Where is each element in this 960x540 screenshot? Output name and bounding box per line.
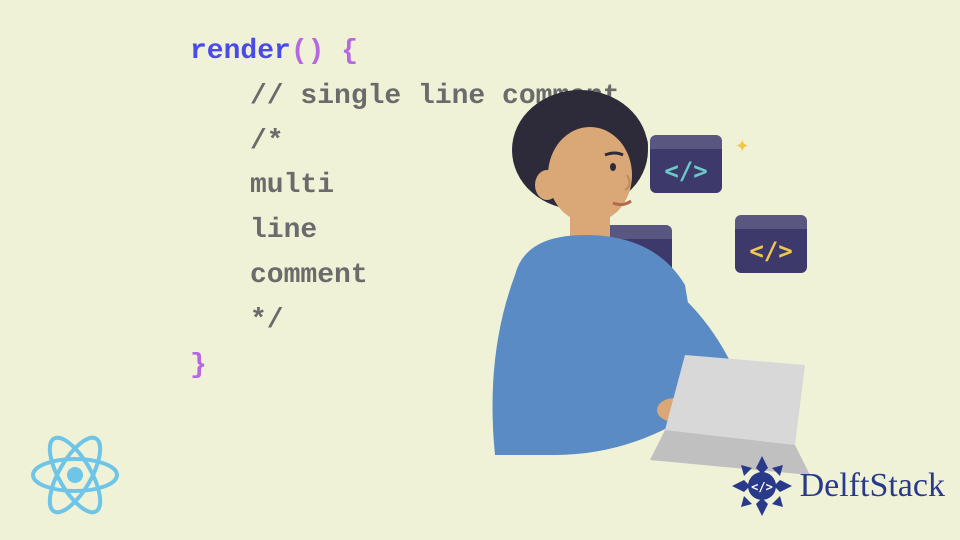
delftstack-logo: </> DelftStack [728,452,945,520]
parens: () [291,36,325,67]
keyword-render: render [190,36,291,67]
code-line-1: render() { [190,30,620,75]
svg-text:</>: </> [751,480,773,494]
delftstack-emblem-icon: </> [728,452,796,520]
person-illustration [455,75,815,515]
react-logo-icon [25,430,125,525]
brace-open: { [324,36,358,67]
delftstack-text: DelftStack [800,467,945,505]
